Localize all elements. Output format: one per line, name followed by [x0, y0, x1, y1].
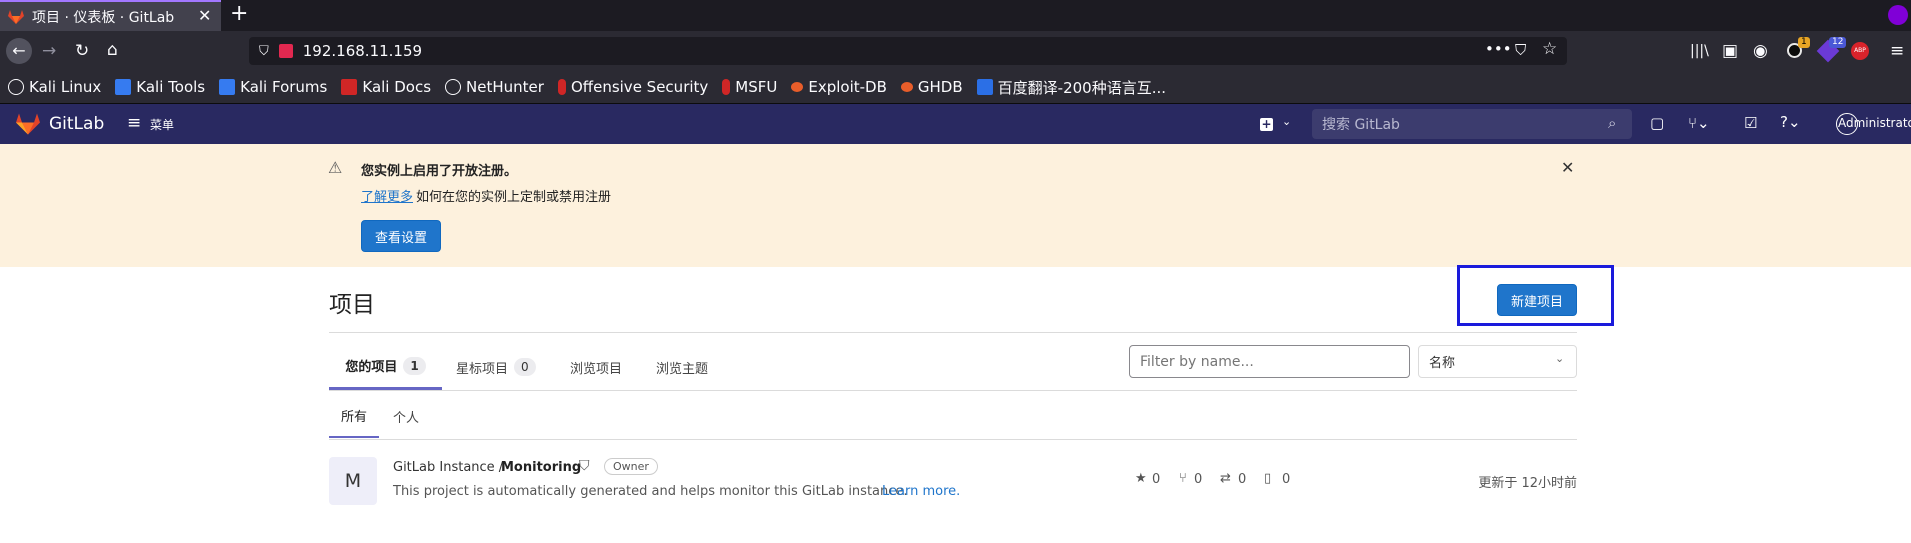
sort-dropdown[interactable]: 名称 ⌄	[1418, 345, 1577, 378]
extension-2-badge: 12	[1829, 37, 1847, 48]
bookmark-msfu[interactable]: MSFU	[722, 78, 777, 96]
project-name[interactable]: Monitoring	[501, 460, 581, 475]
browser-tab-bar: 项目 · 仪表板 · GitLab ✕ +	[0, 0, 1911, 31]
app-menu-icon[interactable]: ≡	[1890, 41, 1904, 61]
gitlab-favicon-icon	[8, 9, 24, 24]
role-badge: Owner	[604, 458, 658, 475]
tab-starred-projects[interactable]: 星标项目 0	[456, 344, 536, 390]
back-icon[interactable]: ←	[6, 38, 32, 64]
close-icon[interactable]: ✕	[1561, 158, 1574, 177]
adblock-icon[interactable]: ABP	[1851, 42, 1869, 60]
ghdb-icon	[900, 82, 913, 92]
star-icon: ★	[1135, 471, 1147, 486]
help-icon[interactable]: ?⌄	[1780, 113, 1801, 131]
hamburger-menu-icon[interactable]: ≡	[127, 113, 141, 133]
new-tab-button[interactable]: +	[230, 3, 248, 25]
bookmarks-bar: Kali Linux Kali Tools Kali Forums Kali D…	[0, 71, 1911, 104]
private-browsing-icon	[1888, 5, 1908, 25]
bookmark-ghdb[interactable]: GHDB	[900, 78, 963, 96]
issues-icon: ▯	[1264, 471, 1272, 486]
alert-title: 您实例上启用了开放注册。	[361, 164, 518, 179]
extension-badge: 1	[1798, 37, 1810, 48]
registration-alert: ⚠ 您实例上启用了开放注册。 了解更多 如何在您的实例上定制或禁用注册 查看设置…	[0, 144, 1911, 267]
project-namespace[interactable]: GitLab Instance /	[393, 460, 507, 475]
merge-request-icon: ⇄	[1220, 471, 1231, 486]
project-avatar[interactable]: M	[329, 457, 377, 505]
address-bar[interactable]: ⛉ 192.168.11.159 ••• ⛉ ☆	[249, 37, 1567, 65]
fork-count[interactable]: 0	[1194, 472, 1202, 487]
brand-name[interactable]: GitLab	[49, 114, 104, 134]
search-input[interactable]: 搜索 GitLab ⌕	[1312, 109, 1632, 139]
tab-explore-projects[interactable]: 浏览项目	[570, 344, 622, 390]
filter-input[interactable]	[1129, 345, 1410, 378]
browser-tab-title: 项目 · 仪表板 · GitLab	[32, 9, 175, 26]
chevron-down-icon: ⌄	[1555, 352, 1565, 365]
library-icon[interactable]: |||\	[1690, 41, 1709, 61]
globe-icon	[445, 79, 462, 95]
view-settings-button[interactable]: 查看设置	[361, 220, 441, 252]
merge-request-count[interactable]: 0	[1238, 472, 1246, 487]
kali-docs-icon	[341, 79, 358, 95]
bookmark-kali-linux[interactable]: Kali Linux	[8, 78, 101, 96]
tab-explore-topics[interactable]: 浏览主题	[656, 344, 708, 390]
page-actions-icon[interactable]: •••	[1485, 40, 1512, 58]
page-title: 项目	[329, 292, 375, 318]
subtab-all[interactable]: 所有	[329, 395, 379, 438]
menu-button[interactable]: 菜单	[150, 116, 174, 133]
todo-icon[interactable]: ☑	[1744, 114, 1757, 132]
issues-count[interactable]: 0	[1282, 472, 1290, 487]
subtabs-divider	[329, 439, 1577, 440]
shield-icon: ⛉	[579, 458, 590, 474]
shield-icon[interactable]: ⛉	[259, 44, 269, 59]
bookmark-exploit-db[interactable]: Exploit-DB	[791, 78, 887, 96]
kali-icon	[115, 79, 132, 95]
chevron-down-icon[interactable]: ⌄	[1282, 115, 1291, 128]
forward-icon[interactable]: →	[42, 41, 56, 61]
kali-icon	[219, 79, 236, 95]
user-name[interactable]: Administrator	[1838, 116, 1911, 130]
project-description: This project is automatically generated …	[393, 484, 908, 499]
bookmark-nethunter[interactable]: NetHunter	[445, 78, 544, 96]
warning-icon: ⚠	[328, 158, 343, 177]
offsec-icon	[557, 79, 566, 95]
offsec-icon	[722, 79, 731, 95]
sidebar-icon[interactable]: ▣	[1722, 41, 1738, 61]
subtab-personal[interactable]: 个人	[393, 395, 419, 438]
title-divider	[329, 332, 1577, 333]
pocket-icon[interactable]: ⛉	[1515, 41, 1526, 59]
bookmark-star-icon[interactable]: ☆	[1542, 39, 1557, 59]
close-tab-icon[interactable]: ✕	[198, 6, 211, 25]
url-text[interactable]: 192.168.11.159	[303, 42, 422, 60]
tabs-divider	[329, 390, 1577, 391]
browser-tab[interactable]: 项目 · 仪表板 · GitLab ✕	[0, 0, 221, 31]
reload-icon[interactable]: ↻	[75, 41, 89, 61]
bookmark-kali-forums[interactable]: Kali Forums	[219, 78, 327, 96]
globe-icon	[8, 79, 24, 95]
account-icon[interactable]: ◉	[1753, 41, 1768, 61]
highlight-box	[1457, 265, 1614, 326]
new-item-icon[interactable]: +	[1260, 118, 1273, 131]
alert-text: 如何在您的实例上定制或禁用注册	[416, 190, 612, 205]
learn-more-link[interactable]: 了解更多	[361, 186, 413, 205]
fork-icon: ⑂	[1179, 471, 1187, 486]
bookmark-kali-docs[interactable]: Kali Docs	[341, 78, 431, 96]
tab-count: 0	[514, 358, 536, 376]
bookmark-baidu-translate[interactable]: 百度翻译-200种语言互...	[976, 77, 1166, 98]
tab-your-projects[interactable]: 您的项目 1	[329, 344, 442, 390]
insecure-lock-icon[interactable]	[278, 44, 293, 58]
gitlab-logo-icon[interactable]	[16, 113, 40, 135]
star-count[interactable]: 0	[1152, 472, 1160, 487]
updated-time: 更新于 12小时前	[1478, 476, 1577, 491]
search-icon: ⌕	[1608, 114, 1617, 132]
tab-count: 1	[403, 356, 426, 375]
exploit-db-icon	[791, 82, 804, 92]
merge-requests-icon[interactable]: ⑂⌄	[1688, 114, 1710, 132]
home-icon[interactable]: ⌂	[107, 40, 118, 60]
issues-icon[interactable]: ▢	[1650, 114, 1664, 132]
learn-more-link[interactable]: Learn more.	[882, 484, 960, 499]
bookmark-offensive-security[interactable]: Offensive Security	[557, 78, 708, 96]
bookmark-kali-tools[interactable]: Kali Tools	[115, 78, 205, 96]
project-row: M GitLab Instance / Monitoring ⛉ Owner T…	[329, 455, 1577, 507]
translate-icon	[976, 79, 993, 95]
